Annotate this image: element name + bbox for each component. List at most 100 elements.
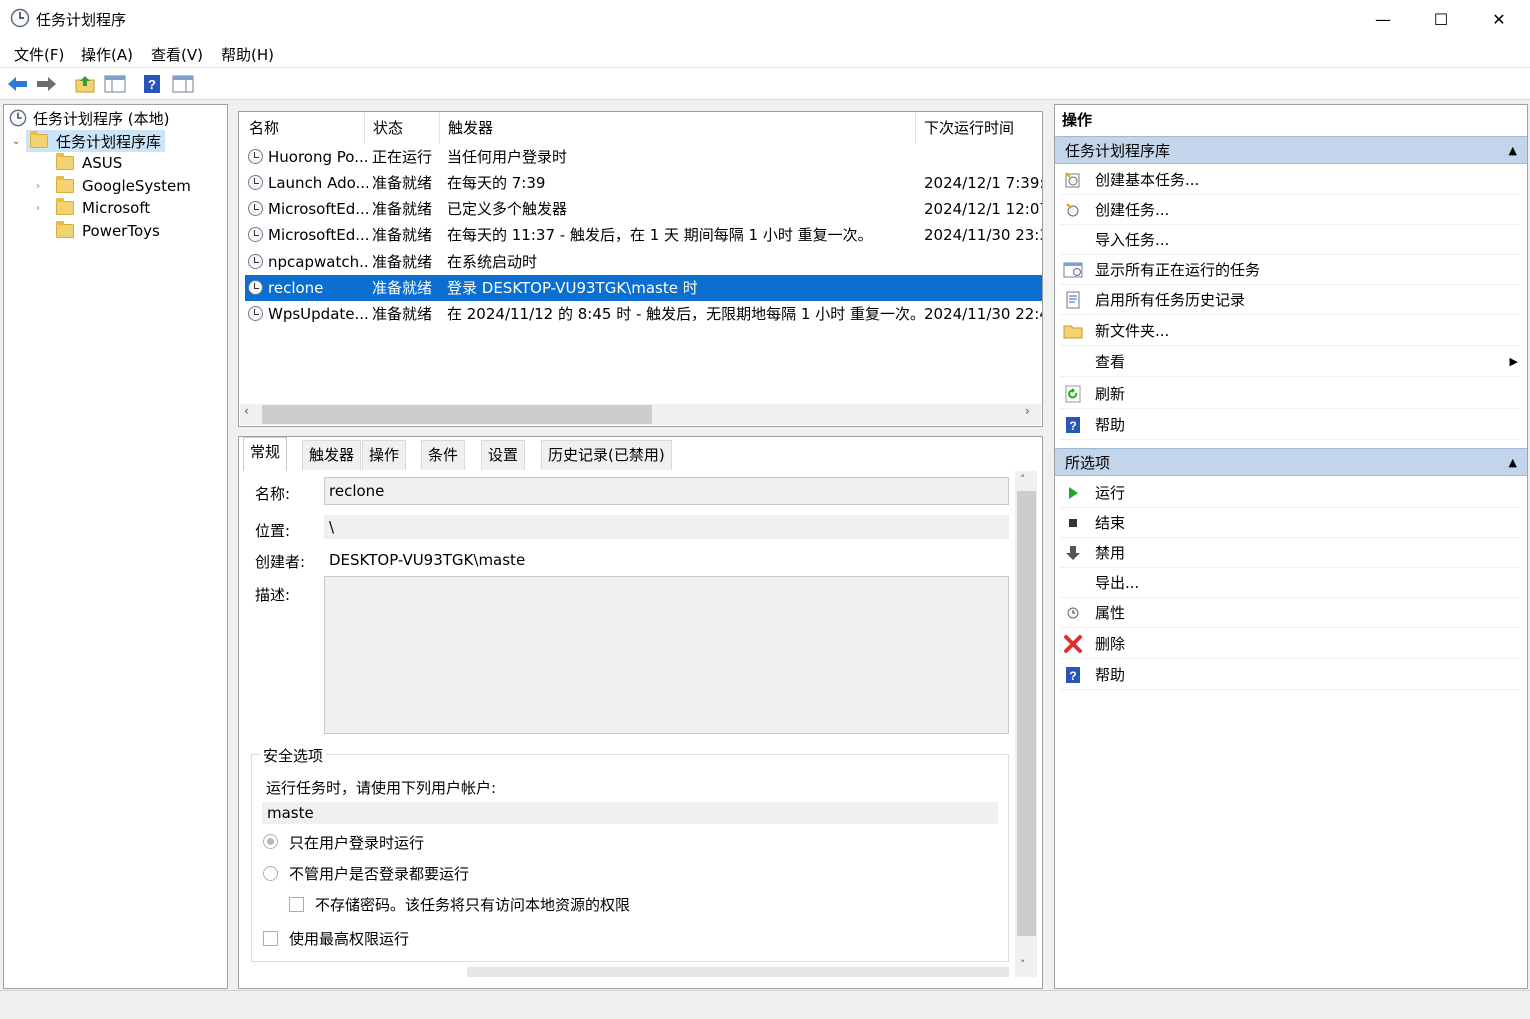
folder-icon bbox=[56, 221, 74, 238]
tree-folder-microsoft[interactable]: › Microsoft bbox=[36, 197, 150, 219]
scroll-down-arrow-icon[interactable]: ˅ bbox=[1020, 958, 1026, 971]
action-item[interactable]: 查看 ▶ bbox=[1060, 347, 1520, 377]
tree-folder-googlesystem[interactable]: › GoogleSystem bbox=[36, 175, 191, 197]
action-item[interactable]: 启用所有任务历史记录 bbox=[1060, 285, 1520, 315]
menu-action[interactable]: 操作(A) bbox=[81, 44, 133, 65]
task-clock-icon bbox=[248, 201, 263, 216]
clock-icon bbox=[10, 8, 30, 28]
task-clock-icon bbox=[248, 306, 263, 321]
author-label: 创建者: bbox=[255, 553, 306, 571]
tree-folder-label: PowerToys bbox=[82, 222, 160, 240]
action-item[interactable]: 删除 bbox=[1060, 629, 1520, 659]
task-clock-icon bbox=[248, 227, 263, 242]
tree-library-label: 任务计划程序库 bbox=[56, 132, 162, 151]
task-cell-next bbox=[924, 249, 1042, 275]
show-hide-tree-icon[interactable] bbox=[103, 72, 127, 96]
location-field: \ bbox=[324, 515, 1009, 539]
action-item[interactable]: 禁用 bbox=[1060, 538, 1520, 568]
description-field[interactable] bbox=[324, 576, 1009, 734]
actions-header: 操作 bbox=[1062, 111, 1093, 129]
help-icon[interactable]: ? bbox=[140, 72, 164, 96]
task-row[interactable]: Launch Ado... 准备就绪 在每天的 7:39 2024/12/1 7:39… bbox=[245, 170, 1042, 196]
tree-root[interactable]: 任务计划程序 (本地) bbox=[9, 107, 169, 129]
actions-section-library[interactable]: 任务计划程序库 ▲ bbox=[1055, 136, 1527, 164]
action-item-label: 帮助 bbox=[1095, 666, 1126, 684]
action-item-label: 结束 bbox=[1095, 514, 1126, 532]
action-item[interactable]: 创建任务... bbox=[1060, 195, 1520, 225]
action-item[interactable]: 新文件夹... bbox=[1060, 316, 1520, 346]
stop-icon bbox=[1063, 513, 1083, 533]
scroll-up-arrow-icon[interactable]: ˄ bbox=[1020, 473, 1026, 486]
task-cell-trigger: 在系统启动时 bbox=[447, 253, 538, 271]
wizard-icon bbox=[1063, 170, 1083, 190]
column-header-name[interactable]: 名称 bbox=[241, 112, 365, 144]
task-row[interactable]: WpsUpdate... 准备就绪在 2024/11/12 的 8:45 时 - … bbox=[245, 301, 1042, 327]
collapse-up-icon[interactable]: ▲ bbox=[1509, 449, 1517, 477]
chevron-down-icon[interactable]: ⌄ bbox=[12, 136, 26, 147]
checkbox-highest-privileges[interactable] bbox=[263, 931, 278, 946]
horizontal-scroll-thumb[interactable] bbox=[262, 405, 652, 424]
task-cell-status: 准备就绪 bbox=[372, 226, 433, 244]
tab-history[interactable]: 历史记录(已禁用) bbox=[541, 440, 672, 470]
checkbox-no-store-password[interactable] bbox=[289, 897, 304, 912]
action-item-label: 删除 bbox=[1095, 635, 1126, 653]
action-item[interactable]: 导出... bbox=[1060, 568, 1520, 598]
tree-folder-powertoys[interactable]: PowerToys bbox=[56, 220, 160, 242]
minimize-button[interactable]: — bbox=[1354, 0, 1412, 38]
task-row[interactable]: Huorong Po... 正在运行 当任何用户登录时 bbox=[245, 144, 1042, 170]
task-row[interactable]: MicrosoftEd... 准备就绪 在每天的 11:37 - 触发后，在 1 天… bbox=[245, 222, 1042, 248]
scroll-right-arrow-icon[interactable]: › bbox=[1025, 404, 1030, 418]
menu-file[interactable]: 文件(F) bbox=[14, 44, 64, 65]
tree-root-label: 任务计划程序 (本地) bbox=[33, 109, 170, 128]
close-button[interactable]: ✕ bbox=[1470, 0, 1528, 38]
action-item[interactable]: 结束 bbox=[1060, 508, 1520, 538]
tab-settings[interactable]: 设置 bbox=[481, 440, 526, 470]
task-row[interactable]: npcapwatch... 准备就绪 在系统启动时 bbox=[245, 249, 1042, 275]
name-field[interactable]: reclone bbox=[324, 477, 1009, 505]
tab-triggers[interactable]: 触发器 bbox=[302, 440, 362, 470]
action-item[interactable]: 显示所有正在运行的任务 bbox=[1060, 255, 1520, 285]
tab-actions[interactable]: 操作 bbox=[362, 440, 407, 470]
chevron-right-icon[interactable]: › bbox=[36, 181, 56, 192]
task-cell-name: npcapwatch... bbox=[268, 253, 368, 271]
action-item[interactable]: 运行 bbox=[1060, 478, 1520, 508]
action-item[interactable]: ? 帮助 bbox=[1060, 410, 1520, 440]
vertical-scroll-thumb[interactable] bbox=[1017, 491, 1036, 936]
tree-library[interactable]: ⌄ 任务计划程序库 bbox=[12, 130, 166, 152]
radio-logged-on-only[interactable] bbox=[263, 834, 278, 849]
action-item[interactable]: 属性 bbox=[1060, 598, 1520, 628]
configure-for-field[interactable] bbox=[467, 967, 1009, 977]
task-cell-next: 2024/11/30 23:3 bbox=[924, 226, 1042, 244]
tree-folder-label: Microsoft bbox=[82, 199, 151, 217]
refresh-icon bbox=[1063, 384, 1083, 404]
action-item[interactable]: 刷新 bbox=[1060, 379, 1520, 409]
tab-general[interactable]: 常规 bbox=[243, 437, 288, 471]
scroll-left-arrow-icon[interactable]: ‹ bbox=[244, 404, 249, 418]
tab-conditions[interactable]: 条件 bbox=[421, 440, 466, 470]
column-header-trigger[interactable]: 触发器 bbox=[440, 112, 916, 144]
action-item[interactable]: 导入任务... bbox=[1060, 225, 1520, 255]
collapse-up-icon[interactable]: ▲ bbox=[1509, 137, 1517, 165]
task-cell-name: MicrosoftEd... bbox=[268, 226, 368, 244]
back-arrow-icon[interactable] bbox=[6, 72, 30, 96]
tree-folder-asus[interactable]: ASUS bbox=[56, 152, 122, 174]
action-item-label: 帮助 bbox=[1095, 416, 1126, 434]
task-cell-trigger: 在 2024/11/12 的 8:45 时 - 触发后，无限期地每隔 1 小时 … bbox=[447, 305, 917, 323]
action-item[interactable]: ? 帮助 bbox=[1060, 660, 1520, 690]
show-hide-action-pane-icon[interactable] bbox=[171, 72, 195, 96]
chevron-right-icon[interactable]: › bbox=[36, 203, 56, 214]
location-label: 位置: bbox=[255, 522, 291, 540]
actions-section-selected[interactable]: 所选项 ▲ bbox=[1055, 448, 1527, 476]
column-header-next-run[interactable]: 下次运行时间 bbox=[916, 112, 1042, 144]
task-row[interactable]: MicrosoftEd... 准备就绪 已定义多个触发器 2024/12/1 12:0… bbox=[245, 196, 1042, 222]
task-clock-icon bbox=[248, 280, 263, 295]
radio-run-whether-logged-on[interactable] bbox=[263, 866, 278, 881]
maximize-button[interactable]: ☐ bbox=[1412, 0, 1470, 38]
menu-help[interactable]: 帮助(H) bbox=[221, 44, 274, 65]
up-folder-icon[interactable] bbox=[73, 72, 97, 96]
forward-arrow-icon[interactable] bbox=[34, 72, 58, 96]
task-row[interactable]: reclone 准备就绪 登录 DESKTOP-VU93TGK\maste 时 bbox=[245, 275, 1042, 301]
action-item[interactable]: 创建基本任务... bbox=[1060, 165, 1520, 195]
menu-view[interactable]: 查看(V) bbox=[151, 44, 203, 65]
column-header-status[interactable]: 状态 bbox=[365, 112, 440, 144]
